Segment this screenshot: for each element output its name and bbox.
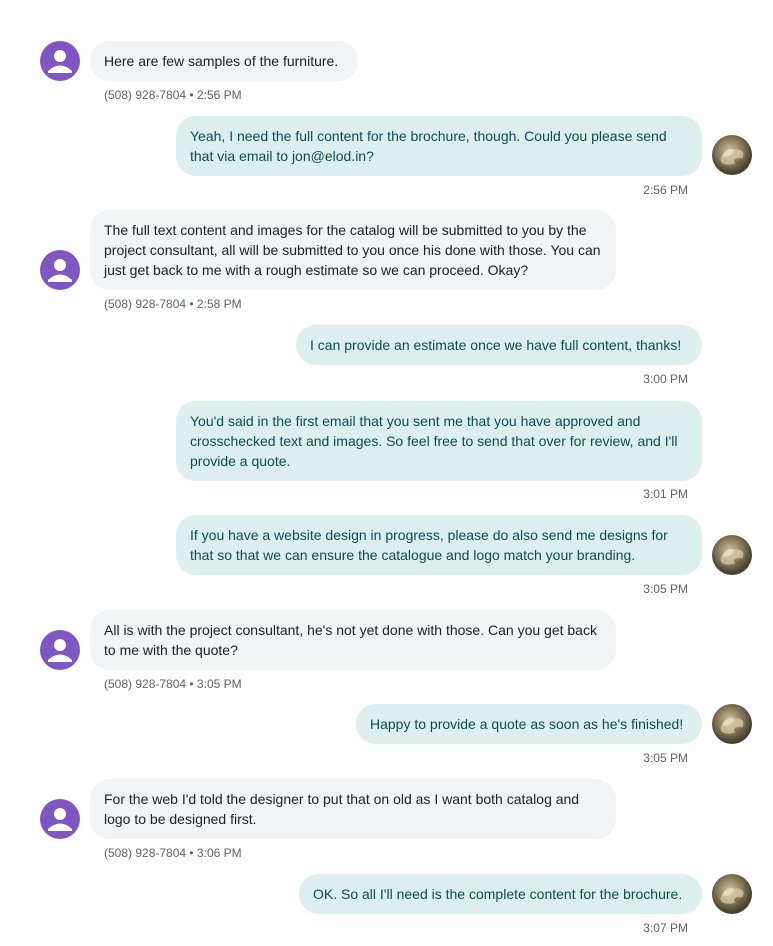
message-bubble-incoming[interactable]: All is with the project consultant, he's… (90, 610, 616, 670)
person-icon (48, 259, 72, 282)
message-bubble-incoming[interactable]: For the web I'd told the designer to put… (90, 779, 616, 839)
person-icon (48, 808, 72, 831)
message-meta: 3:05 PM (643, 582, 688, 596)
message-bubble-incoming[interactable]: The full text content and images for the… (90, 210, 616, 290)
user-avatar[interactable] (712, 874, 752, 914)
message-bubble-outgoing[interactable]: Yeah, I need the full content for the br… (176, 116, 702, 176)
message-meta: 2:56 PM (643, 183, 688, 197)
message-meta: 3:05 PM (643, 751, 688, 765)
message-bubble-outgoing[interactable]: Happy to provide a quote as soon as he's… (356, 704, 702, 744)
user-avatar[interactable] (712, 535, 752, 575)
message-meta: (508) 928-7804 • 3:05 PM (104, 677, 242, 691)
message-bubble-outgoing[interactable]: OK. So all I'll need is the complete con… (299, 874, 702, 914)
user-photo-avatar (720, 718, 744, 734)
message-meta: (508) 928-7804 • 2:58 PM (104, 297, 242, 311)
message-meta: (508) 928-7804 • 2:56 PM (104, 88, 242, 102)
message-bubble-outgoing[interactable]: I can provide an estimate once we have f… (296, 325, 702, 365)
contact-avatar[interactable] (40, 41, 80, 81)
contact-avatar[interactable] (40, 630, 80, 670)
contact-avatar[interactable] (40, 250, 80, 290)
message-bubble-outgoing[interactable]: You'd said in the first email that you s… (176, 401, 702, 481)
user-photo-avatar (720, 888, 744, 904)
person-icon (48, 639, 72, 662)
user-photo-avatar (720, 149, 744, 165)
person-icon (48, 50, 72, 73)
message-meta: 3:01 PM (643, 487, 688, 501)
user-avatar[interactable] (712, 135, 752, 175)
message-meta: 3:07 PM (643, 921, 688, 935)
message-bubble-incoming[interactable]: Here are few samples of the furniture. (90, 41, 358, 81)
message-bubble-outgoing[interactable]: If you have a website design in progress… (176, 515, 702, 575)
user-avatar[interactable] (712, 704, 752, 744)
message-meta: 3:00 PM (643, 372, 688, 386)
contact-avatar[interactable] (40, 799, 80, 839)
user-photo-avatar (720, 549, 744, 565)
message-meta: (508) 928-7804 • 3:06 PM (104, 846, 242, 860)
